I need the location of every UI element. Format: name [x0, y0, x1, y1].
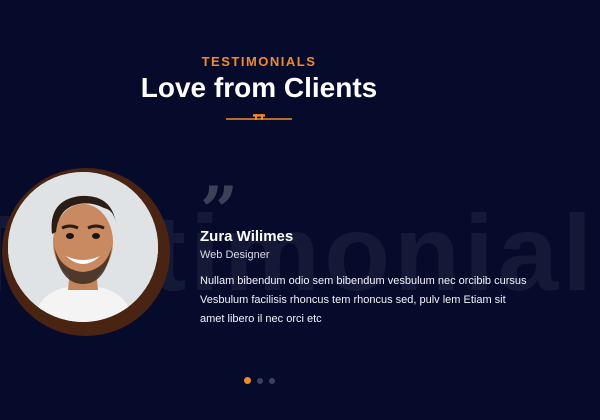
client-role: Web Designer	[200, 249, 270, 261]
testimonials-section: Testimonials TESTIMONIALS Love from Clie…	[0, 0, 600, 420]
client-avatar	[8, 172, 158, 322]
carousel-dot-2[interactable]	[257, 377, 263, 384]
carousel-dot-1[interactable]	[244, 377, 251, 384]
client-name: Zura Wilimes	[200, 228, 294, 245]
carousel-pagination	[244, 377, 275, 384]
section-title: Love from Clients	[140, 72, 378, 103]
carousel-dot-3[interactable]	[269, 377, 275, 384]
testimonial-text: Nullam bibendum odio sem bibendum vesbul…	[200, 275, 527, 325]
title-divider-ornament	[226, 114, 292, 120]
client-portrait-image	[8, 172, 158, 322]
section-eyebrow: TESTIMONIALS	[201, 54, 317, 69]
client-photo-frame	[2, 168, 170, 336]
